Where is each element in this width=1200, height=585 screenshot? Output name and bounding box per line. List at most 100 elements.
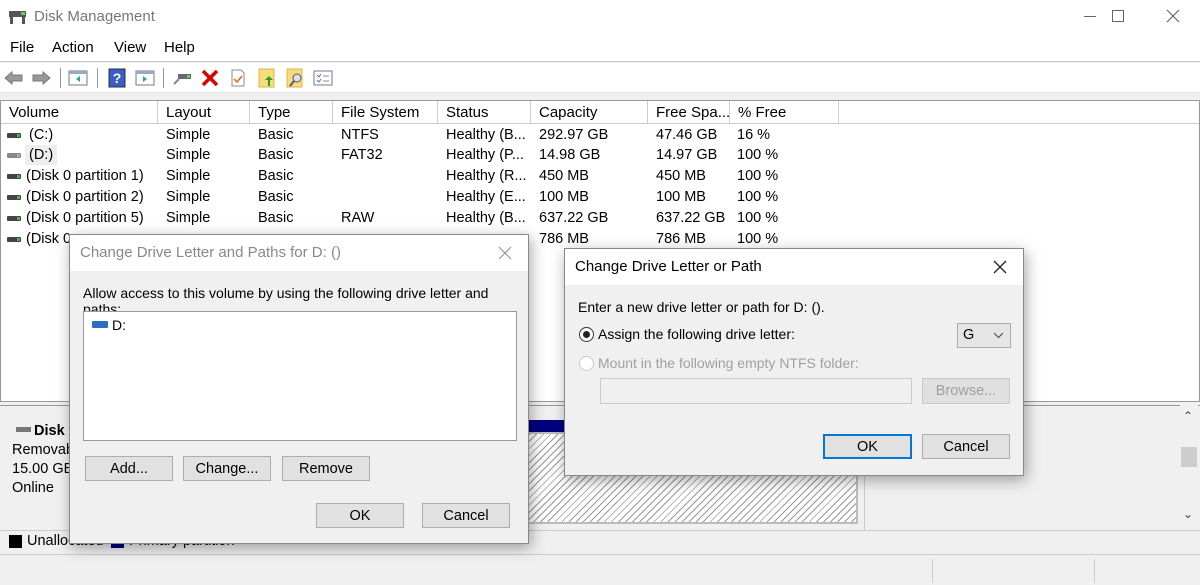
connect-disk-button[interactable] — [172, 68, 192, 88]
volume-name: (Disk 0 partition 1) — [26, 168, 144, 184]
volume-type: Basic — [258, 147, 294, 163]
volume-row[interactable]: (Disk 0 partition 5) Simple Basic RAW He… — [1, 208, 841, 228]
maximize-button[interactable] — [1090, 0, 1146, 32]
browse-button[interactable]: Browse... — [922, 378, 1010, 404]
vertical-scrollbar[interactable]: ⌃ ⌄ — [1180, 405, 1198, 527]
cancel-button[interactable]: Cancel — [422, 503, 510, 528]
mount-folder-path-input[interactable] — [600, 378, 912, 404]
remove-button[interactable]: Remove — [282, 456, 370, 481]
volume-name: (C:) — [29, 127, 54, 143]
chevron-down-icon — [993, 332, 1004, 339]
drive-paths-listbox[interactable]: D: — [83, 311, 517, 441]
dialog-instruction: Enter a new drive letter or path for D: … — [578, 299, 825, 315]
volume-type: Basic — [258, 210, 294, 226]
scroll-up-arrow-icon[interactable]: ⌃ — [1183, 409, 1193, 423]
column-header-volume[interactable]: Volume — [1, 101, 158, 124]
column-header-file-system[interactable]: File System — [333, 101, 438, 124]
assign-letter-label[interactable]: Assign the following drive letter: — [598, 326, 795, 342]
export-list-button[interactable] — [257, 68, 277, 88]
column-header-capacity[interactable]: Capacity — [531, 101, 648, 124]
dialog-title: Change Drive Letter and Paths for D: () — [80, 244, 341, 261]
ok-button[interactable]: OK — [316, 503, 404, 528]
show-hide-action-pane-icon — [135, 70, 155, 86]
menu-bar: File Action View Help — [0, 34, 1200, 62]
volume-icon — [7, 174, 21, 179]
volume-free-space: 14.97 GB — [656, 147, 718, 163]
close-button[interactable] — [1145, 0, 1200, 32]
forward-button[interactable] — [31, 68, 51, 88]
volume-layout: Simple — [166, 210, 211, 226]
change-button[interactable]: Change... — [183, 456, 271, 481]
ok-button[interactable]: OK — [823, 434, 912, 459]
volume-capacity: 292.97 GB — [539, 127, 609, 143]
status-separator — [1094, 559, 1095, 583]
volume-icon — [7, 153, 21, 158]
settings-list-button[interactable] — [313, 68, 333, 88]
delete-icon — [201, 69, 219, 87]
help-button[interactable]: ? — [107, 68, 127, 88]
volume-capacity: 100 MB — [539, 189, 589, 205]
column-header-layout[interactable]: Layout — [158, 101, 250, 124]
volume-percent-free: 100 % — [737, 189, 779, 205]
menu-action[interactable]: Action — [52, 39, 94, 56]
volume-row[interactable]: (Disk 0 partition 1) Simple Basic Health… — [1, 166, 841, 186]
menu-view[interactable]: View — [114, 39, 146, 56]
dialog-title-bar[interactable]: Change Drive Letter or Path — [565, 249, 1023, 285]
volume-row[interactable]: (D:) Simple Basic FAT32 Healthy (P... 14… — [1, 145, 841, 165]
drive-letter-value: G — [963, 327, 975, 343]
scroll-thumb[interactable] — [1181, 447, 1197, 467]
menu-file[interactable]: File — [10, 39, 34, 56]
volume-row[interactable]: (C:) Simple Basic NTFS Healthy (B... 292… — [1, 125, 841, 145]
cancel-button[interactable]: Cancel — [922, 434, 1010, 459]
delete-button[interactable] — [200, 68, 220, 88]
explore-icon — [286, 68, 303, 88]
volume-layout: Simple — [166, 189, 211, 205]
mount-folder-label[interactable]: Mount in the following empty NTFS folder… — [598, 355, 859, 371]
volume-free-space: 637.22 GB — [656, 210, 726, 226]
change-drive-letter-dialog: Change Drive Letter or Path Enter a new … — [564, 248, 1024, 476]
drive-letter-select[interactable]: G — [957, 323, 1011, 348]
volume-layout: Simple — [166, 168, 211, 184]
column-header-status[interactable]: Status — [438, 101, 531, 124]
close-icon — [993, 260, 1007, 274]
dialog-close-button[interactable] — [987, 254, 1013, 280]
volume-file-system: FAT32 — [341, 147, 383, 163]
volume-status: Healthy (B... — [446, 127, 526, 143]
scroll-down-arrow-icon[interactable]: ⌄ — [1183, 507, 1193, 521]
title-bar: Disk Management — [0, 0, 1200, 34]
settings-list-icon — [313, 70, 333, 86]
status-bar — [0, 554, 1200, 585]
dialog-close-button[interactable] — [492, 240, 518, 266]
properties-button[interactable] — [228, 68, 248, 88]
disk-name: Disk — [34, 423, 65, 439]
explore-button[interactable] — [285, 68, 305, 88]
drive-icon — [92, 321, 108, 328]
volume-capacity: 450 MB — [539, 168, 589, 184]
volume-percent-free: 100 % — [737, 231, 779, 247]
mount-folder-radio[interactable] — [579, 356, 594, 371]
dialog-title: Change Drive Letter or Path — [575, 258, 762, 275]
disk-type: Removab — [12, 442, 75, 458]
volume-row[interactable]: (Disk 0 partition 2) Simple Basic Health… — [1, 187, 841, 207]
dialog-title-bar[interactable]: Change Drive Letter and Paths for D: () — [70, 235, 528, 271]
volume-percent-free: 100 % — [737, 168, 779, 184]
disk-info[interactable]: Disk Removab 15.00 GB Online — [12, 422, 74, 498]
disk-state: Online — [12, 480, 54, 496]
volume-icon — [7, 133, 21, 138]
forward-icon — [32, 70, 51, 86]
column-header-percent-free[interactable]: % Free — [730, 101, 839, 124]
volume-status: Healthy (B... — [446, 210, 526, 226]
add-button[interactable]: Add... — [85, 456, 173, 481]
show-hide-console-tree-button[interactable] — [68, 68, 88, 88]
back-button[interactable] — [4, 68, 24, 88]
assign-letter-radio[interactable] — [579, 327, 594, 342]
column-header-type[interactable]: Type — [250, 101, 333, 124]
volume-name: (Disk 0 — [26, 231, 72, 247]
menu-help[interactable]: Help — [164, 39, 195, 56]
drive-path-label: D: — [112, 317, 126, 333]
show-hide-console-tree-icon — [68, 70, 88, 86]
column-header-free-space[interactable]: Free Spa... — [648, 101, 730, 124]
show-hide-action-pane-button[interactable] — [135, 68, 155, 88]
volume-free-space: 450 MB — [656, 168, 706, 184]
volume-status: Healthy (P... — [446, 147, 524, 163]
